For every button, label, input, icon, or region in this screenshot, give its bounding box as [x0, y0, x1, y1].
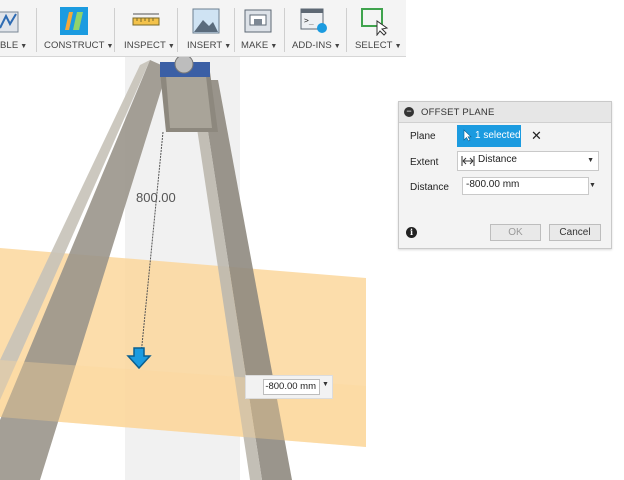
- offset-plane-dialog: − OFFSET PLANE Plane 1 selected ✕ Extent…: [398, 101, 612, 249]
- toolbar-label-add-ins: ADD-INS ▼: [292, 40, 341, 51]
- chevron-down-icon[interactable]: ▼: [322, 381, 329, 388]
- toolbar-separator: [234, 8, 235, 52]
- toolbar-separator: [177, 8, 178, 52]
- toolbar-item-select[interactable]: SELECT ▼: [350, 0, 404, 56]
- extent-dropdown[interactable]: Distance ▼: [457, 151, 599, 171]
- ok-button[interactable]: OK: [490, 224, 541, 241]
- toolbar-separator: [36, 8, 37, 52]
- chevron-down-icon: ▼: [587, 157, 594, 164]
- distance-extent-icon: [461, 156, 475, 166]
- cancel-button[interactable]: Cancel: [549, 224, 601, 241]
- select-window-icon: [361, 8, 389, 36]
- construct-plane-icon: [60, 7, 88, 35]
- toolbar-item-add-ins[interactable]: >_ ADD-INS ▼: [288, 0, 344, 56]
- clear-selection-icon[interactable]: ✕: [531, 128, 542, 144]
- sketch-tools-icon: [0, 11, 19, 33]
- 3d-print-icon: [244, 9, 272, 33]
- extent-value: Distance: [478, 154, 517, 165]
- measure-ruler-icon: [132, 13, 160, 26]
- toolbar-label-insert: INSERT ▼: [187, 40, 232, 51]
- toolbar-item-insert[interactable]: INSERT ▼: [181, 0, 231, 56]
- svg-text:>_: >_: [304, 16, 314, 25]
- scripts-addins-icon: >_: [300, 8, 327, 33]
- distance-value: -800.00 mm: [466, 179, 520, 190]
- dimension-value-label: 800.00: [136, 190, 176, 205]
- toolbar-label-sketch: BLE ▼: [0, 40, 28, 51]
- dialog-title: OFFSET PLANE: [421, 107, 495, 118]
- toolbar-separator: [346, 8, 347, 52]
- toolbar-label-make: MAKE ▼: [241, 40, 278, 51]
- extent-label: Extent: [410, 157, 439, 168]
- toolbar-separator: [114, 8, 115, 52]
- toolbar: BLE ▼ CONSTRUCT ▼ INSPECT ▼ INSERT ▼ MAK…: [0, 0, 406, 57]
- dialog-header: − OFFSET PLANE: [399, 102, 611, 123]
- plane-label: Plane: [410, 131, 436, 142]
- toolbar-label-inspect: INSPECT ▼: [124, 40, 175, 51]
- dimension-input-field[interactable]: -800.00 mm: [263, 379, 320, 395]
- toolbar-item-make[interactable]: MAKE ▼: [238, 0, 282, 56]
- toolbar-separator: [284, 8, 285, 52]
- distance-input[interactable]: -800.00 mm: [462, 177, 589, 195]
- plane-selection-button[interactable]: 1 selected: [457, 125, 521, 147]
- toolbar-label-select: SELECT ▼: [355, 40, 402, 51]
- insert-image-icon: [192, 8, 220, 34]
- toolbar-item-construct[interactable]: CONSTRUCT ▼: [40, 0, 113, 56]
- chevron-down-icon[interactable]: ▼: [589, 182, 596, 189]
- collapse-icon[interactable]: −: [404, 107, 414, 117]
- toolbar-item-sketch[interactable]: BLE ▼: [0, 0, 34, 56]
- info-icon[interactable]: i: [406, 227, 417, 238]
- cursor-arrow-icon: [463, 129, 472, 142]
- dimension-input-box: -800.00 mm ▼: [245, 375, 333, 399]
- plane-selection-count: 1 selected: [475, 130, 521, 141]
- toolbar-item-inspect[interactable]: INSPECT ▼: [118, 0, 175, 56]
- distance-label: Distance: [410, 182, 449, 193]
- toolbar-label-construct: CONSTRUCT ▼: [44, 40, 114, 51]
